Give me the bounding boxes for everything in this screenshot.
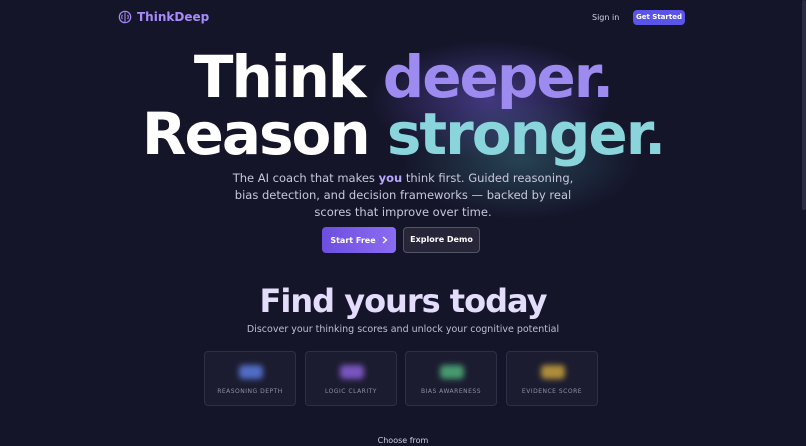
explore-demo-button[interactable]: Explore Demo bbox=[403, 227, 480, 253]
score-card-label: REASONING DEPTH bbox=[217, 388, 283, 395]
chevron-right-icon bbox=[382, 236, 388, 244]
brand-name: ThinkDeep bbox=[137, 10, 210, 24]
section-subtitle: Discover your thinking scores and unlock… bbox=[246, 324, 560, 335]
score-card-label: LOGIC CLARITY bbox=[325, 388, 377, 395]
sign-in-link[interactable]: Sign in bbox=[592, 11, 619, 25]
score-card-bias-awareness[interactable]: BIAS AWARENESS bbox=[405, 351, 497, 406]
subtitle-part-1: The AI coach that makes bbox=[232, 171, 379, 185]
blurred-score bbox=[541, 365, 565, 379]
brain-icon bbox=[118, 10, 132, 24]
blurred-score bbox=[239, 365, 263, 379]
hero-heading-line-2: Reason stronger. bbox=[0, 105, 806, 163]
score-card-label: EVIDENCE SCORE bbox=[521, 388, 583, 395]
hero-heading-line-1: Think deeper. bbox=[0, 48, 806, 106]
score-card-logic-clarity[interactable]: LOGIC CLARITY bbox=[305, 351, 397, 406]
subtitle-emphasis: you bbox=[378, 171, 403, 185]
score-card-reasoning-depth[interactable]: REASONING DEPTH bbox=[204, 351, 296, 406]
start-free-label: Start Free bbox=[330, 235, 376, 245]
choose-from-text: Choose from bbox=[377, 436, 429, 445]
score-card-evidence-score[interactable]: EVIDENCE SCORE bbox=[506, 351, 598, 406]
brand-logo[interactable]: ThinkDeep bbox=[118, 10, 209, 24]
hero-word-reason: Reason bbox=[141, 100, 371, 168]
get-started-button[interactable]: Get Started bbox=[633, 10, 685, 25]
hero-subtitle: The AI coach that makes you think first.… bbox=[220, 170, 586, 221]
blurred-score bbox=[440, 365, 464, 379]
start-free-button[interactable]: Start Free bbox=[322, 227, 396, 253]
blurred-score bbox=[340, 365, 364, 379]
section-title: Find yours today bbox=[259, 282, 548, 320]
score-card-label: BIAS AWARENESS bbox=[420, 388, 482, 395]
hero-word-stronger: stronger. bbox=[386, 100, 666, 168]
